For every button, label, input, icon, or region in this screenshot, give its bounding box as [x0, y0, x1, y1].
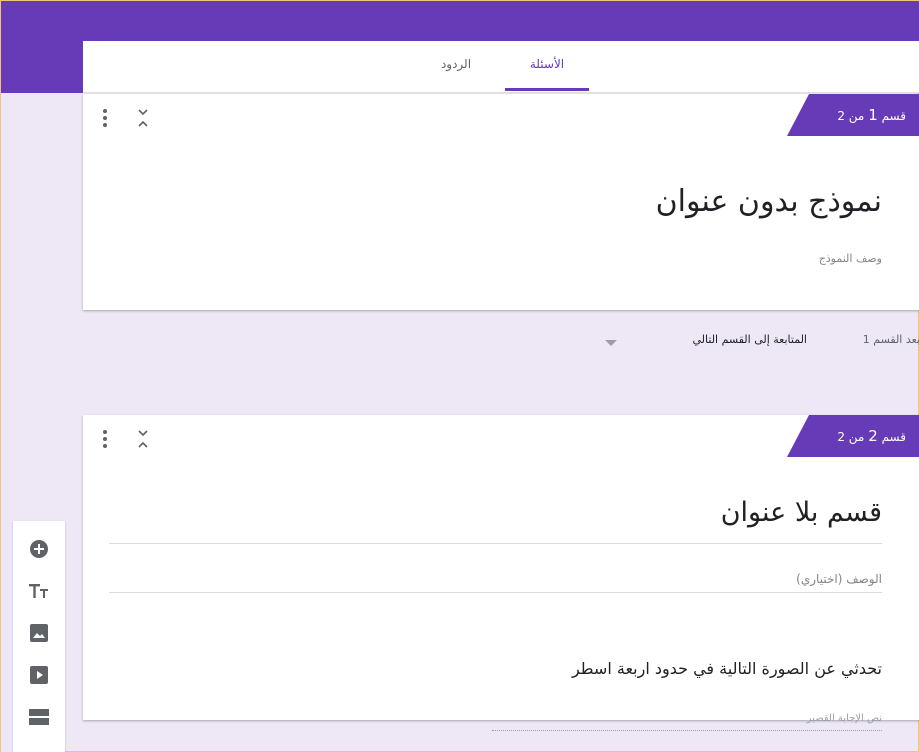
question-title[interactable]: تحدثي عن الصورة التالية في حدود اربعة اس…: [572, 659, 882, 678]
section-badge-suffix: من 2: [837, 430, 865, 444]
section-title-underline: [109, 543, 882, 544]
side-toolbar: [13, 521, 65, 752]
tabs-bar: الأسئلة الردود: [83, 41, 919, 93]
section-tools: [101, 427, 149, 451]
add-question-icon[interactable]: [27, 537, 51, 561]
section-title[interactable]: قسم بلا عنوان: [721, 497, 882, 528]
more-options-icon[interactable]: [101, 428, 109, 450]
add-section-icon[interactable]: [27, 705, 51, 729]
add-video-icon[interactable]: [27, 663, 51, 687]
form-description-field[interactable]: وصف النموذج: [819, 252, 882, 265]
short-answer-placeholder: نص الإجابة القصير: [806, 713, 882, 724]
section-card-2: قسم 2 من 2 قسم بلا عنوان الوصف (اختياري)…: [83, 415, 919, 731]
section-card-1: قسم 1 من 2 نموذج بدون عنوان وصف النموذج: [83, 94, 919, 310]
after-section-value: المتابعة إلى القسم التالي: [692, 333, 807, 346]
collapse-icon[interactable]: [137, 107, 149, 129]
tab-questions[interactable]: الأسئلة: [505, 41, 589, 93]
section-badge-1: قسم 1 من 2: [787, 94, 919, 136]
add-title-icon[interactable]: [27, 579, 51, 603]
section-badge-index: 2: [868, 427, 878, 445]
section-description-field[interactable]: الوصف (اختياري): [796, 572, 882, 586]
short-answer-underline: [492, 730, 882, 731]
collapse-icon[interactable]: [137, 428, 149, 450]
tab-responses[interactable]: الردود: [419, 41, 493, 93]
section-badge-prefix: قسم: [881, 430, 906, 444]
dropdown-arrow-icon: [605, 340, 617, 346]
after-section-select[interactable]: المتابعة إلى القسم التالي: [597, 329, 807, 353]
after-section-label: بعد القسم 1: [862, 333, 919, 346]
section-badge-index: 1: [868, 106, 878, 124]
section-description-underline: [109, 592, 882, 593]
section-badge-suffix: من 2: [837, 109, 865, 123]
add-image-icon[interactable]: [27, 621, 51, 645]
form-title[interactable]: نموذج بدون عنوان: [656, 184, 882, 219]
section-badge-2: قسم 2 من 2: [787, 415, 919, 457]
section-tools: [101, 106, 149, 130]
section-badge-prefix: قسم: [881, 109, 906, 123]
after-section-row: بعد القسم 1 المتابعة إلى القسم التالي: [83, 325, 919, 357]
more-options-icon[interactable]: [101, 107, 109, 129]
